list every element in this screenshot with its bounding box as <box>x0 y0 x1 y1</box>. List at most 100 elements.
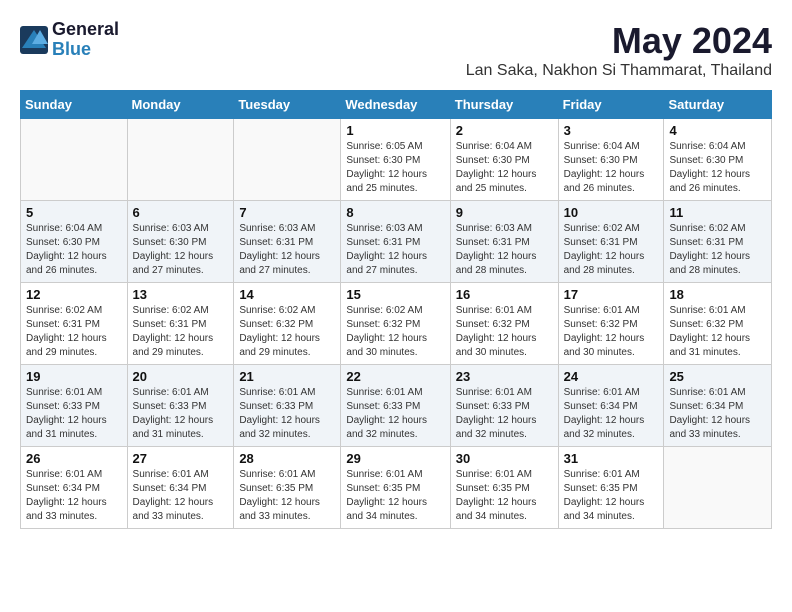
calendar-cell: 13 Sunrise: 6:02 AM Sunset: 6:31 PM Dayli… <box>127 283 234 365</box>
logo-icon <box>20 26 48 54</box>
day-info: Sunrise: 6:04 AM Sunset: 6:30 PM Dayligh… <box>456 140 553 196</box>
weekday-header-thursday: Thursday <box>450 91 558 119</box>
day-info: Sunrise: 6:02 AM Sunset: 6:32 PM Dayligh… <box>239 304 335 360</box>
calendar-cell: 26 Sunrise: 6:01 AM Sunset: 6:34 PM Dayli… <box>21 447 128 529</box>
day-number: 6 <box>133 205 229 220</box>
day-info: Sunrise: 6:01 AM Sunset: 6:35 PM Dayligh… <box>564 468 659 524</box>
day-number: 23 <box>456 369 553 384</box>
day-number: 21 <box>239 369 335 384</box>
logo-blue-label: Blue <box>52 40 119 60</box>
calendar-cell: 11 Sunrise: 6:02 AM Sunset: 6:31 PM Dayli… <box>664 201 772 283</box>
day-number: 17 <box>564 287 659 302</box>
day-number: 12 <box>26 287 122 302</box>
day-info: Sunrise: 6:01 AM Sunset: 6:33 PM Dayligh… <box>456 386 553 442</box>
day-number: 16 <box>456 287 553 302</box>
page-header: General Blue May 2024 Lan Saka, Nakhon S… <box>20 20 772 80</box>
weekday-header-row: SundayMondayTuesdayWednesdayThursdayFrid… <box>21 91 772 119</box>
calendar-cell: 24 Sunrise: 6:01 AM Sunset: 6:34 PM Dayli… <box>558 365 664 447</box>
calendar-cell: 22 Sunrise: 6:01 AM Sunset: 6:33 PM Dayli… <box>341 365 450 447</box>
week-row-1: 1 Sunrise: 6:05 AM Sunset: 6:30 PM Daylig… <box>21 119 772 201</box>
logo: General Blue <box>20 20 119 60</box>
day-info: Sunrise: 6:02 AM Sunset: 6:31 PM Dayligh… <box>26 304 122 360</box>
day-info: Sunrise: 6:02 AM Sunset: 6:32 PM Dayligh… <box>346 304 444 360</box>
day-number: 29 <box>346 451 444 466</box>
day-number: 7 <box>239 205 335 220</box>
calendar-cell: 8Sunrise: 6:03 AM Sunset: 6:31 PM Daylig… <box>341 201 450 283</box>
day-number: 22 <box>346 369 444 384</box>
day-info: Sunrise: 6:01 AM Sunset: 6:35 PM Dayligh… <box>456 468 553 524</box>
calendar-cell: 17 Sunrise: 6:01 AM Sunset: 6:32 PM Dayli… <box>558 283 664 365</box>
weekday-header-tuesday: Tuesday <box>234 91 341 119</box>
calendar-cell: 28 Sunrise: 6:01 AM Sunset: 6:35 PM Dayli… <box>234 447 341 529</box>
logo-general-label: General <box>52 20 119 40</box>
calendar-cell: 12 Sunrise: 6:02 AM Sunset: 6:31 PM Dayli… <box>21 283 128 365</box>
day-number: 20 <box>133 369 229 384</box>
calendar-cell: 23 Sunrise: 6:01 AM Sunset: 6:33 PM Dayli… <box>450 365 558 447</box>
calendar-cell <box>21 119 128 201</box>
day-number: 27 <box>133 451 229 466</box>
day-info: Sunrise: 6:03 AM Sunset: 6:30 PM Dayligh… <box>133 222 229 278</box>
day-info: Sunrise: 6:01 AM Sunset: 6:32 PM Dayligh… <box>564 304 659 360</box>
week-row-2: 5Sunrise: 6:04 AM Sunset: 6:30 PM Daylig… <box>21 201 772 283</box>
day-info: Sunrise: 6:02 AM Sunset: 6:31 PM Dayligh… <box>669 222 766 278</box>
week-row-3: 12 Sunrise: 6:02 AM Sunset: 6:31 PM Dayli… <box>21 283 772 365</box>
day-number: 25 <box>669 369 766 384</box>
calendar-cell: 4 Sunrise: 6:04 AM Sunset: 6:30 PM Daylig… <box>664 119 772 201</box>
calendar-cell: 15 Sunrise: 6:02 AM Sunset: 6:32 PM Dayli… <box>341 283 450 365</box>
day-info: Sunrise: 6:01 AM Sunset: 6:33 PM Dayligh… <box>346 386 444 442</box>
day-info: Sunrise: 6:01 AM Sunset: 6:34 PM Dayligh… <box>133 468 229 524</box>
day-info: Sunrise: 6:01 AM Sunset: 6:32 PM Dayligh… <box>456 304 553 360</box>
day-info: Sunrise: 6:01 AM Sunset: 6:35 PM Dayligh… <box>239 468 335 524</box>
calendar-cell: 7Sunrise: 6:03 AM Sunset: 6:31 PM Daylig… <box>234 201 341 283</box>
day-info: Sunrise: 6:01 AM Sunset: 6:34 PM Dayligh… <box>26 468 122 524</box>
day-number: 3 <box>564 123 659 138</box>
location-title: Lan Saka, Nakhon Si Thammarat, Thailand <box>466 62 772 80</box>
day-number: 26 <box>26 451 122 466</box>
day-info: Sunrise: 6:04 AM Sunset: 6:30 PM Dayligh… <box>669 140 766 196</box>
day-number: 30 <box>456 451 553 466</box>
weekday-header-monday: Monday <box>127 91 234 119</box>
day-number: 1 <box>346 123 444 138</box>
day-info: Sunrise: 6:03 AM Sunset: 6:31 PM Dayligh… <box>456 222 553 278</box>
calendar-cell: 30 Sunrise: 6:01 AM Sunset: 6:35 PM Dayli… <box>450 447 558 529</box>
day-info: Sunrise: 6:01 AM Sunset: 6:34 PM Dayligh… <box>564 386 659 442</box>
calendar-cell: 10 Sunrise: 6:02 AM Sunset: 6:31 PM Dayli… <box>558 201 664 283</box>
day-info: Sunrise: 6:01 AM Sunset: 6:34 PM Dayligh… <box>669 386 766 442</box>
day-number: 13 <box>133 287 229 302</box>
calendar-cell: 16 Sunrise: 6:01 AM Sunset: 6:32 PM Dayli… <box>450 283 558 365</box>
day-number: 2 <box>456 123 553 138</box>
weekday-header-saturday: Saturday <box>664 91 772 119</box>
logo-text: General Blue <box>52 20 119 60</box>
weekday-header-sunday: Sunday <box>21 91 128 119</box>
day-number: 4 <box>669 123 766 138</box>
calendar-cell: 27 Sunrise: 6:01 AM Sunset: 6:34 PM Dayli… <box>127 447 234 529</box>
day-info: Sunrise: 6:03 AM Sunset: 6:31 PM Dayligh… <box>346 222 444 278</box>
day-number: 18 <box>669 287 766 302</box>
calendar-cell <box>664 447 772 529</box>
weekday-header-friday: Friday <box>558 91 664 119</box>
day-info: Sunrise: 6:01 AM Sunset: 6:33 PM Dayligh… <box>239 386 335 442</box>
day-info: Sunrise: 6:05 AM Sunset: 6:30 PM Dayligh… <box>346 140 444 196</box>
week-row-4: 19 Sunrise: 6:01 AM Sunset: 6:33 PM Dayli… <box>21 365 772 447</box>
calendar-cell: 14Sunrise: 6:02 AM Sunset: 6:32 PM Dayli… <box>234 283 341 365</box>
day-number: 31 <box>564 451 659 466</box>
day-number: 24 <box>564 369 659 384</box>
day-info: Sunrise: 6:02 AM Sunset: 6:31 PM Dayligh… <box>133 304 229 360</box>
day-number: 19 <box>26 369 122 384</box>
day-number: 10 <box>564 205 659 220</box>
weekday-header-wednesday: Wednesday <box>341 91 450 119</box>
calendar-cell <box>127 119 234 201</box>
calendar-cell: 2 Sunrise: 6:04 AM Sunset: 6:30 PM Daylig… <box>450 119 558 201</box>
day-info: Sunrise: 6:01 AM Sunset: 6:35 PM Dayligh… <box>346 468 444 524</box>
day-number: 15 <box>346 287 444 302</box>
calendar-cell: 20Sunrise: 6:01 AM Sunset: 6:33 PM Dayli… <box>127 365 234 447</box>
day-number: 11 <box>669 205 766 220</box>
day-info: Sunrise: 6:04 AM Sunset: 6:30 PM Dayligh… <box>564 140 659 196</box>
calendar-cell: 1 Sunrise: 6:05 AM Sunset: 6:30 PM Daylig… <box>341 119 450 201</box>
day-info: Sunrise: 6:01 AM Sunset: 6:33 PM Dayligh… <box>26 386 122 442</box>
day-info: Sunrise: 6:02 AM Sunset: 6:31 PM Dayligh… <box>564 222 659 278</box>
week-row-5: 26 Sunrise: 6:01 AM Sunset: 6:34 PM Dayli… <box>21 447 772 529</box>
calendar-cell: 9Sunrise: 6:03 AM Sunset: 6:31 PM Daylig… <box>450 201 558 283</box>
calendar-cell: 21 Sunrise: 6:01 AM Sunset: 6:33 PM Dayli… <box>234 365 341 447</box>
day-number: 28 <box>239 451 335 466</box>
